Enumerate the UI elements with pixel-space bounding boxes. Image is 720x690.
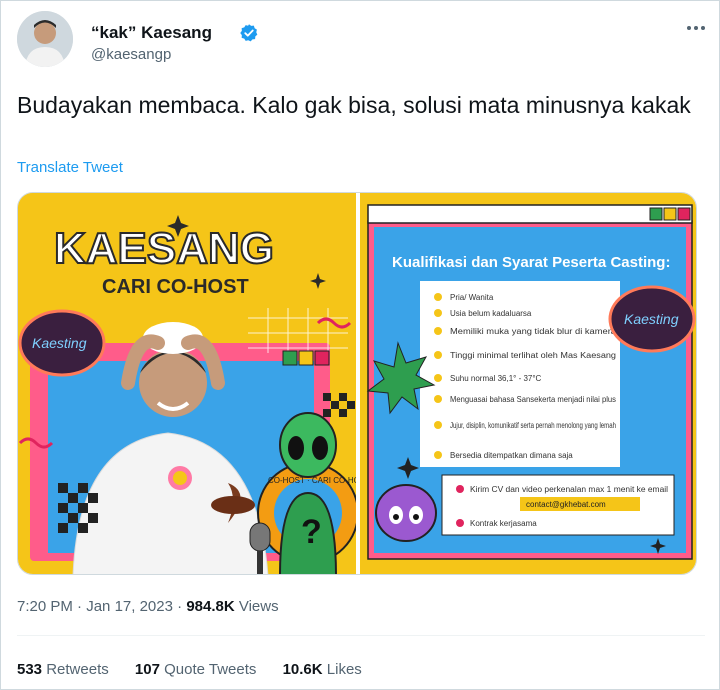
views-count: 984.8K: [186, 598, 235, 615]
qual-item-5: Suhu normal 36,1° - 37°C: [450, 374, 542, 383]
contact-email: contact@gkhebat.com: [526, 500, 606, 509]
display-name[interactable]: “kak” Kaesang: [91, 23, 212, 43]
contact-line-1: Kirim CV dan video perkenalan max 1 meni…: [470, 485, 668, 494]
contact-line-3: Kontrak kerjasama: [470, 519, 537, 528]
qual-item-6: Menguasai bahasa Sansekerta menjadi nila…: [450, 395, 616, 404]
verified-badge-icon: [239, 23, 259, 48]
quotes-label: Quote Tweets: [164, 661, 257, 678]
tweet-stats: 533 Retweets 107 Quote Tweets 10.6K Like…: [17, 661, 384, 678]
retweets-stat[interactable]: 533 Retweets: [17, 661, 113, 678]
poster-subtitle: CARI CO-HOST: [102, 276, 249, 298]
retweets-count: 533: [17, 661, 43, 678]
tweet-media[interactable]: KAESANG CARI CO-HOST Kaesting CO-HOST · …: [17, 192, 697, 575]
likes-stat[interactable]: 10.6K Likes: [283, 661, 362, 678]
views-label: Views: [238, 598, 279, 615]
poster-title: KAESANG: [54, 224, 274, 273]
quotes-count: 107: [134, 661, 160, 678]
qual-item-8: Bersedia ditempatkan dimana saja: [450, 451, 573, 460]
user-handle[interactable]: @kaesangp: [91, 46, 171, 63]
poster-left[interactable]: KAESANG CARI CO-HOST Kaesting CO-HOST · …: [18, 193, 396, 575]
qual-item-4: Tinggi minimal terlihat oleh Mas Kaesang: [450, 351, 616, 360]
tweet-text: Budayakan membaca. Kalo gak bisa, solusi…: [17, 92, 691, 118]
tweet-header: “kak” Kaesang @kaesangp: [17, 11, 707, 67]
likes-count: 10.6K: [282, 661, 323, 678]
likes-label: Likes: [326, 661, 362, 678]
more-horizontal-icon[interactable]: [685, 17, 707, 45]
tweet-card: “kak” Kaesang @kaesangp Budayakan membac…: [0, 0, 720, 690]
qual-item-1: Pria/ Wanita: [450, 293, 494, 302]
translate-tweet-link[interactable]: Translate Tweet: [17, 159, 123, 176]
tweet-timestamp[interactable]: 7:20 PM · Jan 17, 2023 · 984.8K Views: [17, 598, 279, 615]
qualifications-heading: Kualifikasi dan Syarat Peserta Casting:: [392, 254, 670, 271]
divider: [17, 635, 705, 636]
avatar[interactable]: [17, 11, 73, 67]
retweets-label: Retweets: [46, 661, 109, 678]
quote-tweets-stat[interactable]: 107 Quote Tweets: [135, 661, 261, 678]
tweet-time: 7:20 PM: [17, 598, 73, 615]
poster-logo-text: Kaesting: [32, 335, 87, 351]
tweet-date: Jan 17, 2023: [86, 598, 173, 615]
qual-item-7: Jujur, disiplin, komunikatif serta perna…: [450, 421, 616, 430]
svg-text:?: ?: [301, 513, 322, 551]
qual-item-3: Memiliki muka yang tidak blur di kamera: [450, 327, 617, 336]
qual-item-2: Usia belum kadaluarsa: [450, 309, 532, 318]
poster-right-logo-text: Kaesting: [624, 311, 679, 327]
poster-right[interactable]: Kualifikasi dan Syarat Peserta Casting: …: [360, 193, 697, 575]
